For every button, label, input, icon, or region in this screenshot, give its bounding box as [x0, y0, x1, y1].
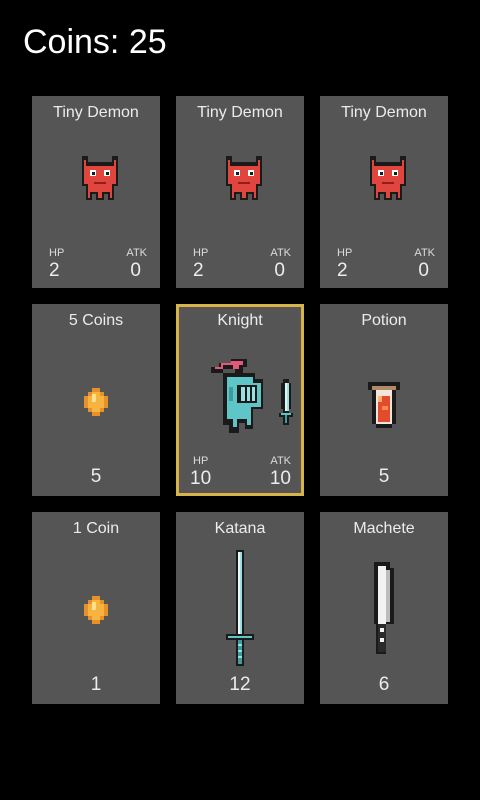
atk-value: 0	[130, 260, 141, 281]
hp-value: 2	[49, 260, 60, 281]
hp-label: HP	[49, 247, 65, 259]
card-value: 12	[229, 674, 251, 695]
knight-icon	[211, 359, 293, 433]
card-potion[interactable]: Potion 5	[320, 304, 448, 496]
hp-label: HP	[193, 455, 209, 467]
card-tiny-demon[interactable]: Tiny Demon HP 2 ATK 0	[176, 96, 304, 288]
card-5-coins[interactable]: 5 Coins 5	[32, 304, 160, 496]
card-title: 5 Coins	[68, 312, 124, 329]
hp-value: 2	[337, 260, 348, 281]
card-title: Tiny Demon	[53, 104, 139, 121]
coin-icon	[84, 596, 108, 624]
card-katana[interactable]: Katana 12	[176, 512, 304, 704]
atk-value: 10	[269, 468, 291, 489]
card-value: 6	[378, 674, 390, 695]
card-title: Katana	[214, 520, 266, 537]
card-machete[interactable]: Machete 6	[320, 512, 448, 704]
tiny-demon-icon	[370, 156, 406, 200]
card-title: Machete	[353, 520, 415, 537]
hp-value: 10	[190, 468, 212, 489]
hp-value: 2	[193, 260, 204, 281]
potion-icon	[368, 382, 400, 428]
game-board: Coins: 25 Tiny Demon HP 2 ATK 0 Tiny Dem…	[0, 0, 480, 800]
card-tiny-demon[interactable]: Tiny Demon HP 2 ATK 0	[32, 96, 160, 288]
atk-label: ATK	[126, 247, 147, 259]
card-value: 1	[90, 674, 102, 695]
card-tiny-demon[interactable]: Tiny Demon HP 2 ATK 0	[320, 96, 448, 288]
card-knight[interactable]: Knight HP 10 ATK 10	[176, 304, 304, 496]
coin-icon	[84, 388, 108, 416]
hp-label: HP	[193, 247, 209, 259]
atk-value: 0	[274, 260, 285, 281]
card-1-coin[interactable]: 1 Coin 1	[32, 512, 160, 704]
card-title: 1 Coin	[72, 520, 120, 537]
card-title: Tiny Demon	[341, 104, 427, 121]
machete-icon	[374, 562, 394, 654]
atk-value: 0	[418, 260, 429, 281]
coins-counter: Coins: 25	[23, 23, 167, 61]
card-title: Knight	[217, 312, 263, 329]
atk-label: ATK	[414, 247, 435, 259]
hp-label: HP	[337, 247, 353, 259]
card-title: Potion	[361, 312, 407, 329]
card-value: 5	[378, 466, 390, 487]
katana-icon	[226, 550, 254, 666]
card-title: Tiny Demon	[197, 104, 283, 121]
tiny-demon-icon	[226, 156, 262, 200]
tiny-demon-icon	[82, 156, 118, 200]
atk-label: ATK	[270, 247, 291, 259]
atk-label: ATK	[270, 455, 291, 467]
card-value: 5	[90, 466, 102, 487]
